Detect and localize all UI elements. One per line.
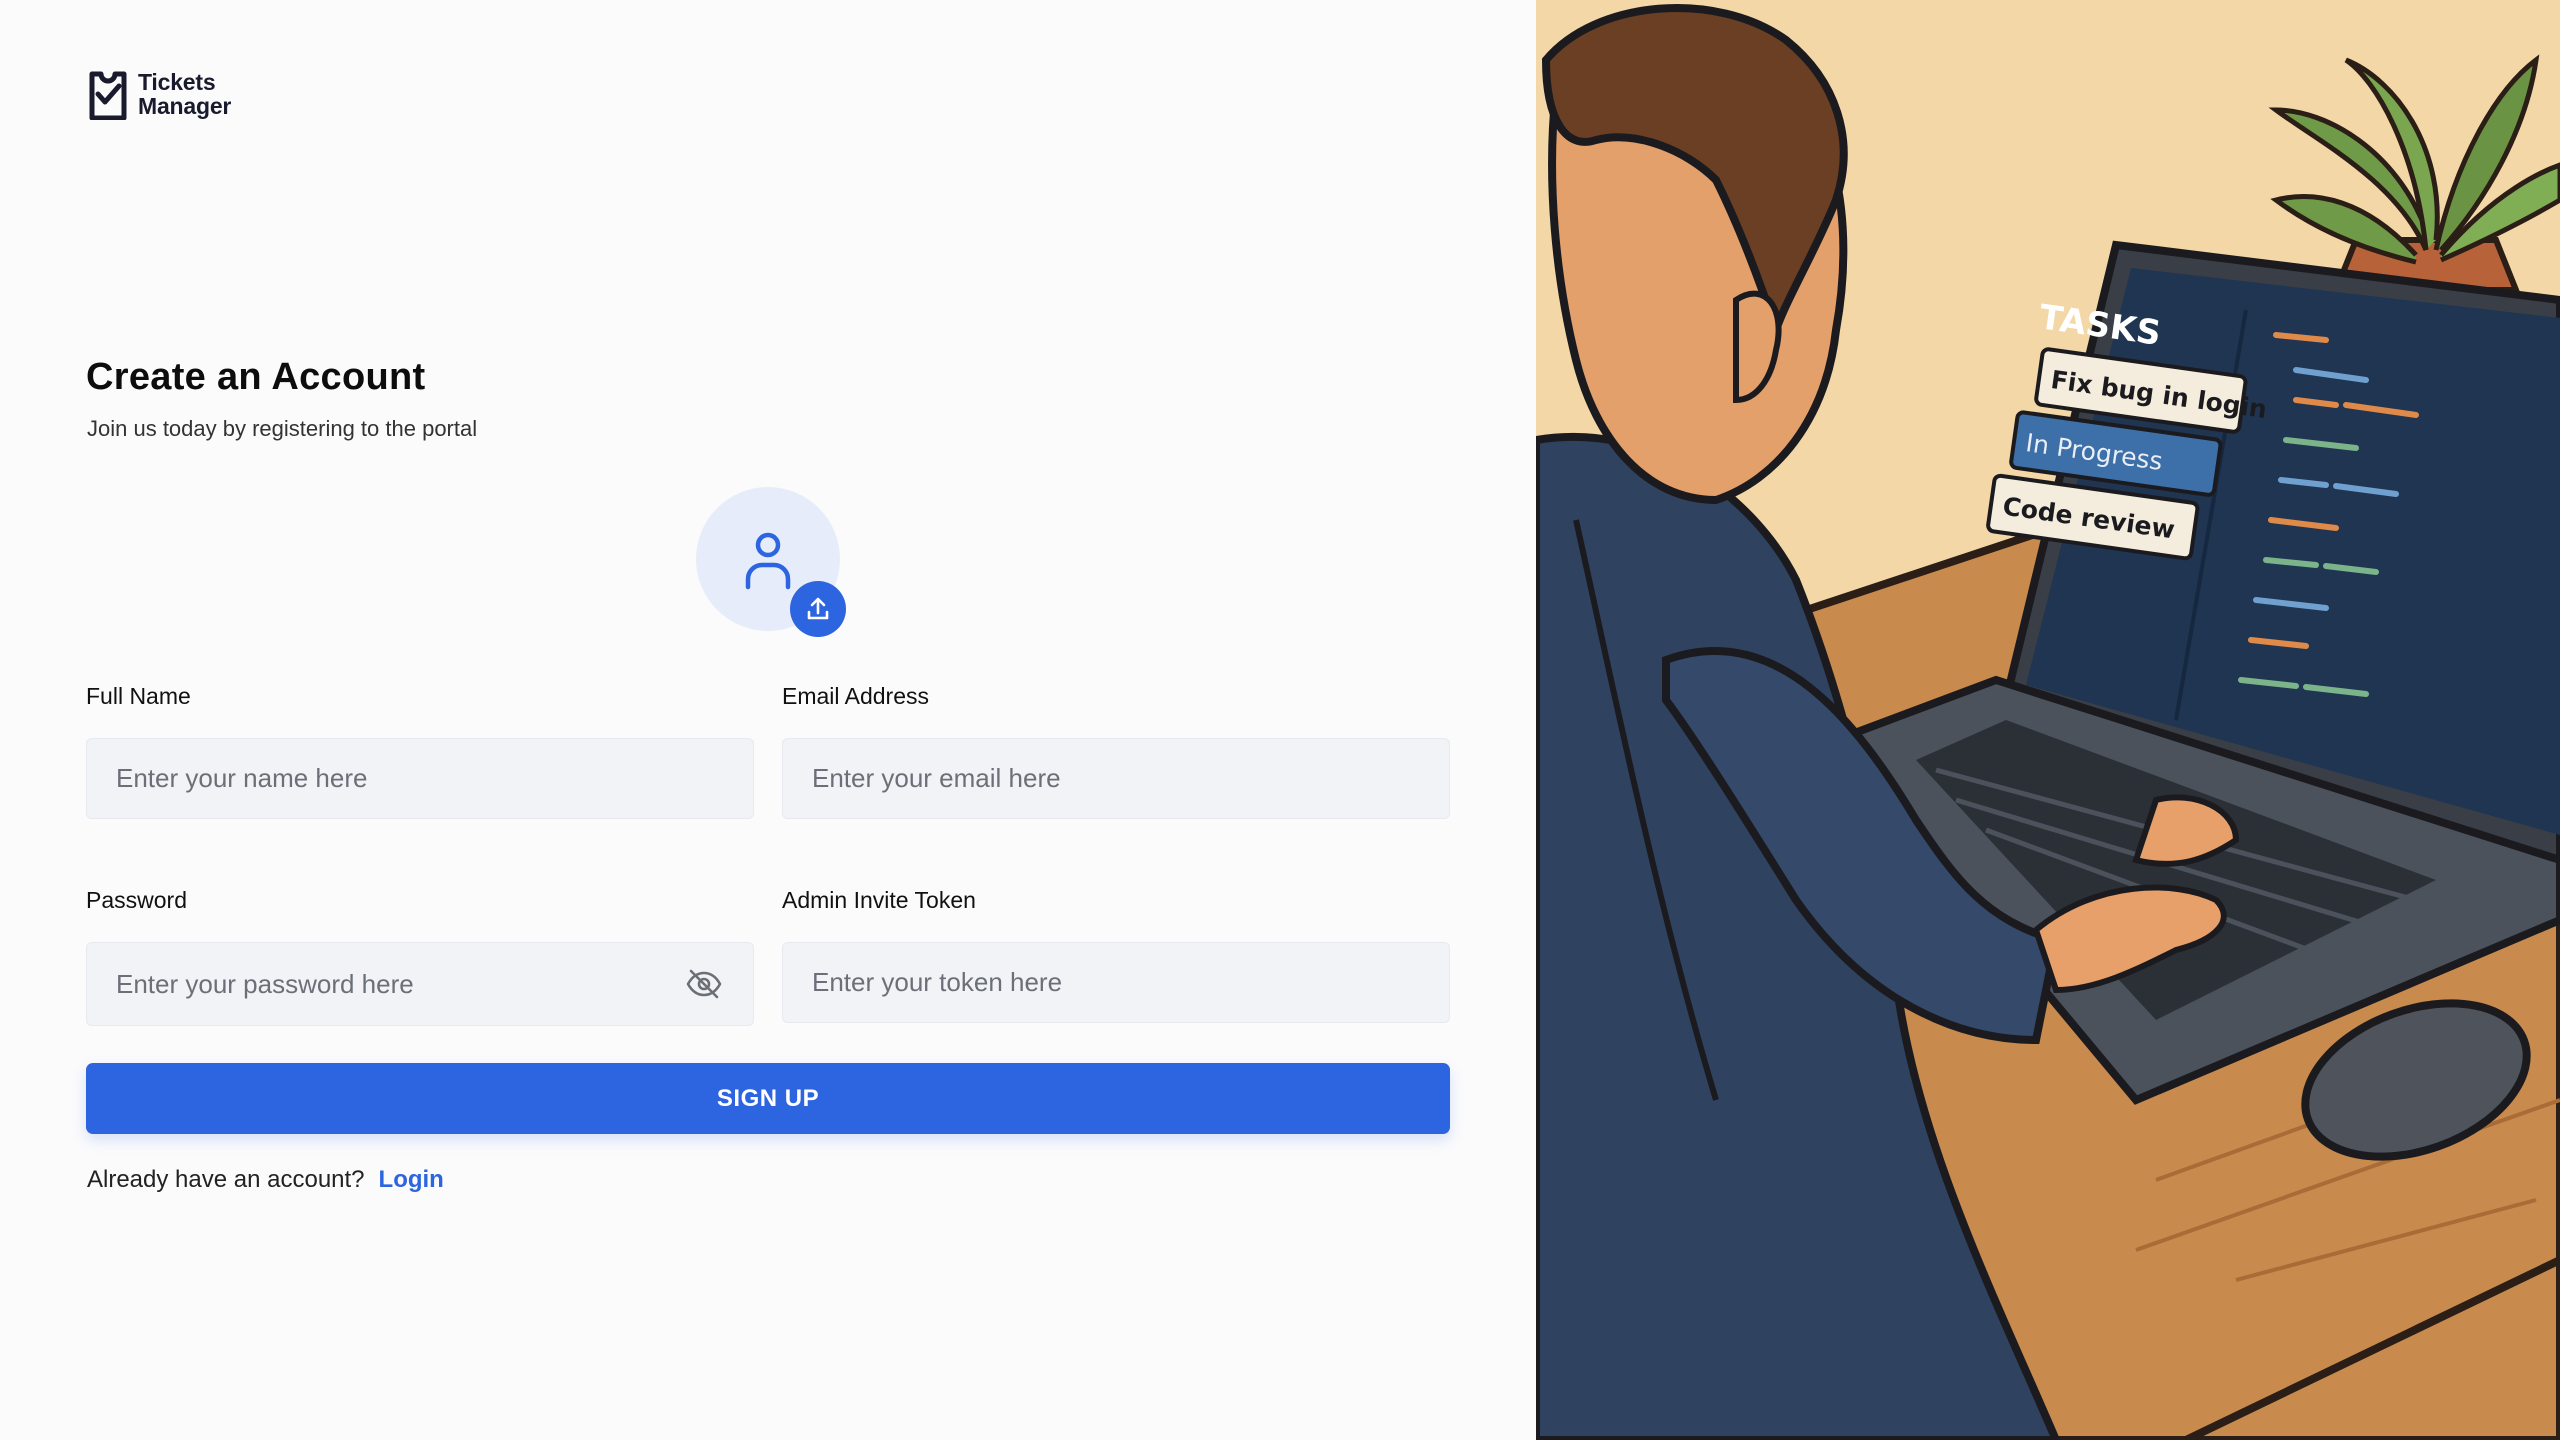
email-label: Email Address [782,683,930,709]
full-name-input[interactable] [116,763,724,794]
password-label: Password [86,887,187,913]
full-name-label: Full Name [86,683,191,709]
page-title: Create an Account [86,356,426,398]
hero-illustration: TASKS Fix bug in login In Progress Code … [1536,0,2560,1440]
upload-icon [807,597,829,620]
email-field-box [782,738,1450,819]
password-input[interactable] [116,968,684,1000]
developer-at-laptop-illustration: TASKS Fix bug in login In Progress Code … [1536,0,2560,1440]
brand-line-1: Tickets [138,69,216,95]
brand-line-2: Manager [138,93,232,119]
eye-off-icon [686,969,722,999]
login-prompt: Already have an account? Login [87,1166,444,1194]
email-input[interactable] [812,763,1420,794]
user-icon [745,532,791,590]
page-subtitle: Join us today by registering to the port… [87,416,478,441]
sign-up-button[interactable]: SIGN UP [86,1063,1450,1134]
token-label: Admin Invite Token [782,887,976,913]
toggle-password-visibility-button[interactable] [684,964,724,1004]
password-field-box [86,942,754,1026]
upload-photo-button[interactable] [790,581,846,637]
brand-name: Tickets Manager [138,70,231,118]
login-link[interactable]: Login [379,1166,444,1194]
avatar-uploader[interactable] [696,487,846,637]
token-input[interactable] [812,967,1420,998]
brand-logo[interactable]: Tickets Manager [88,68,231,120]
ticket-check-icon [89,71,127,120]
full-name-field-box [86,738,754,819]
signup-panel: Tickets Manager Create an Account Join u… [0,0,1536,1440]
login-prompt-text: Already have an account? [87,1166,365,1193]
token-field-box [782,942,1450,1023]
